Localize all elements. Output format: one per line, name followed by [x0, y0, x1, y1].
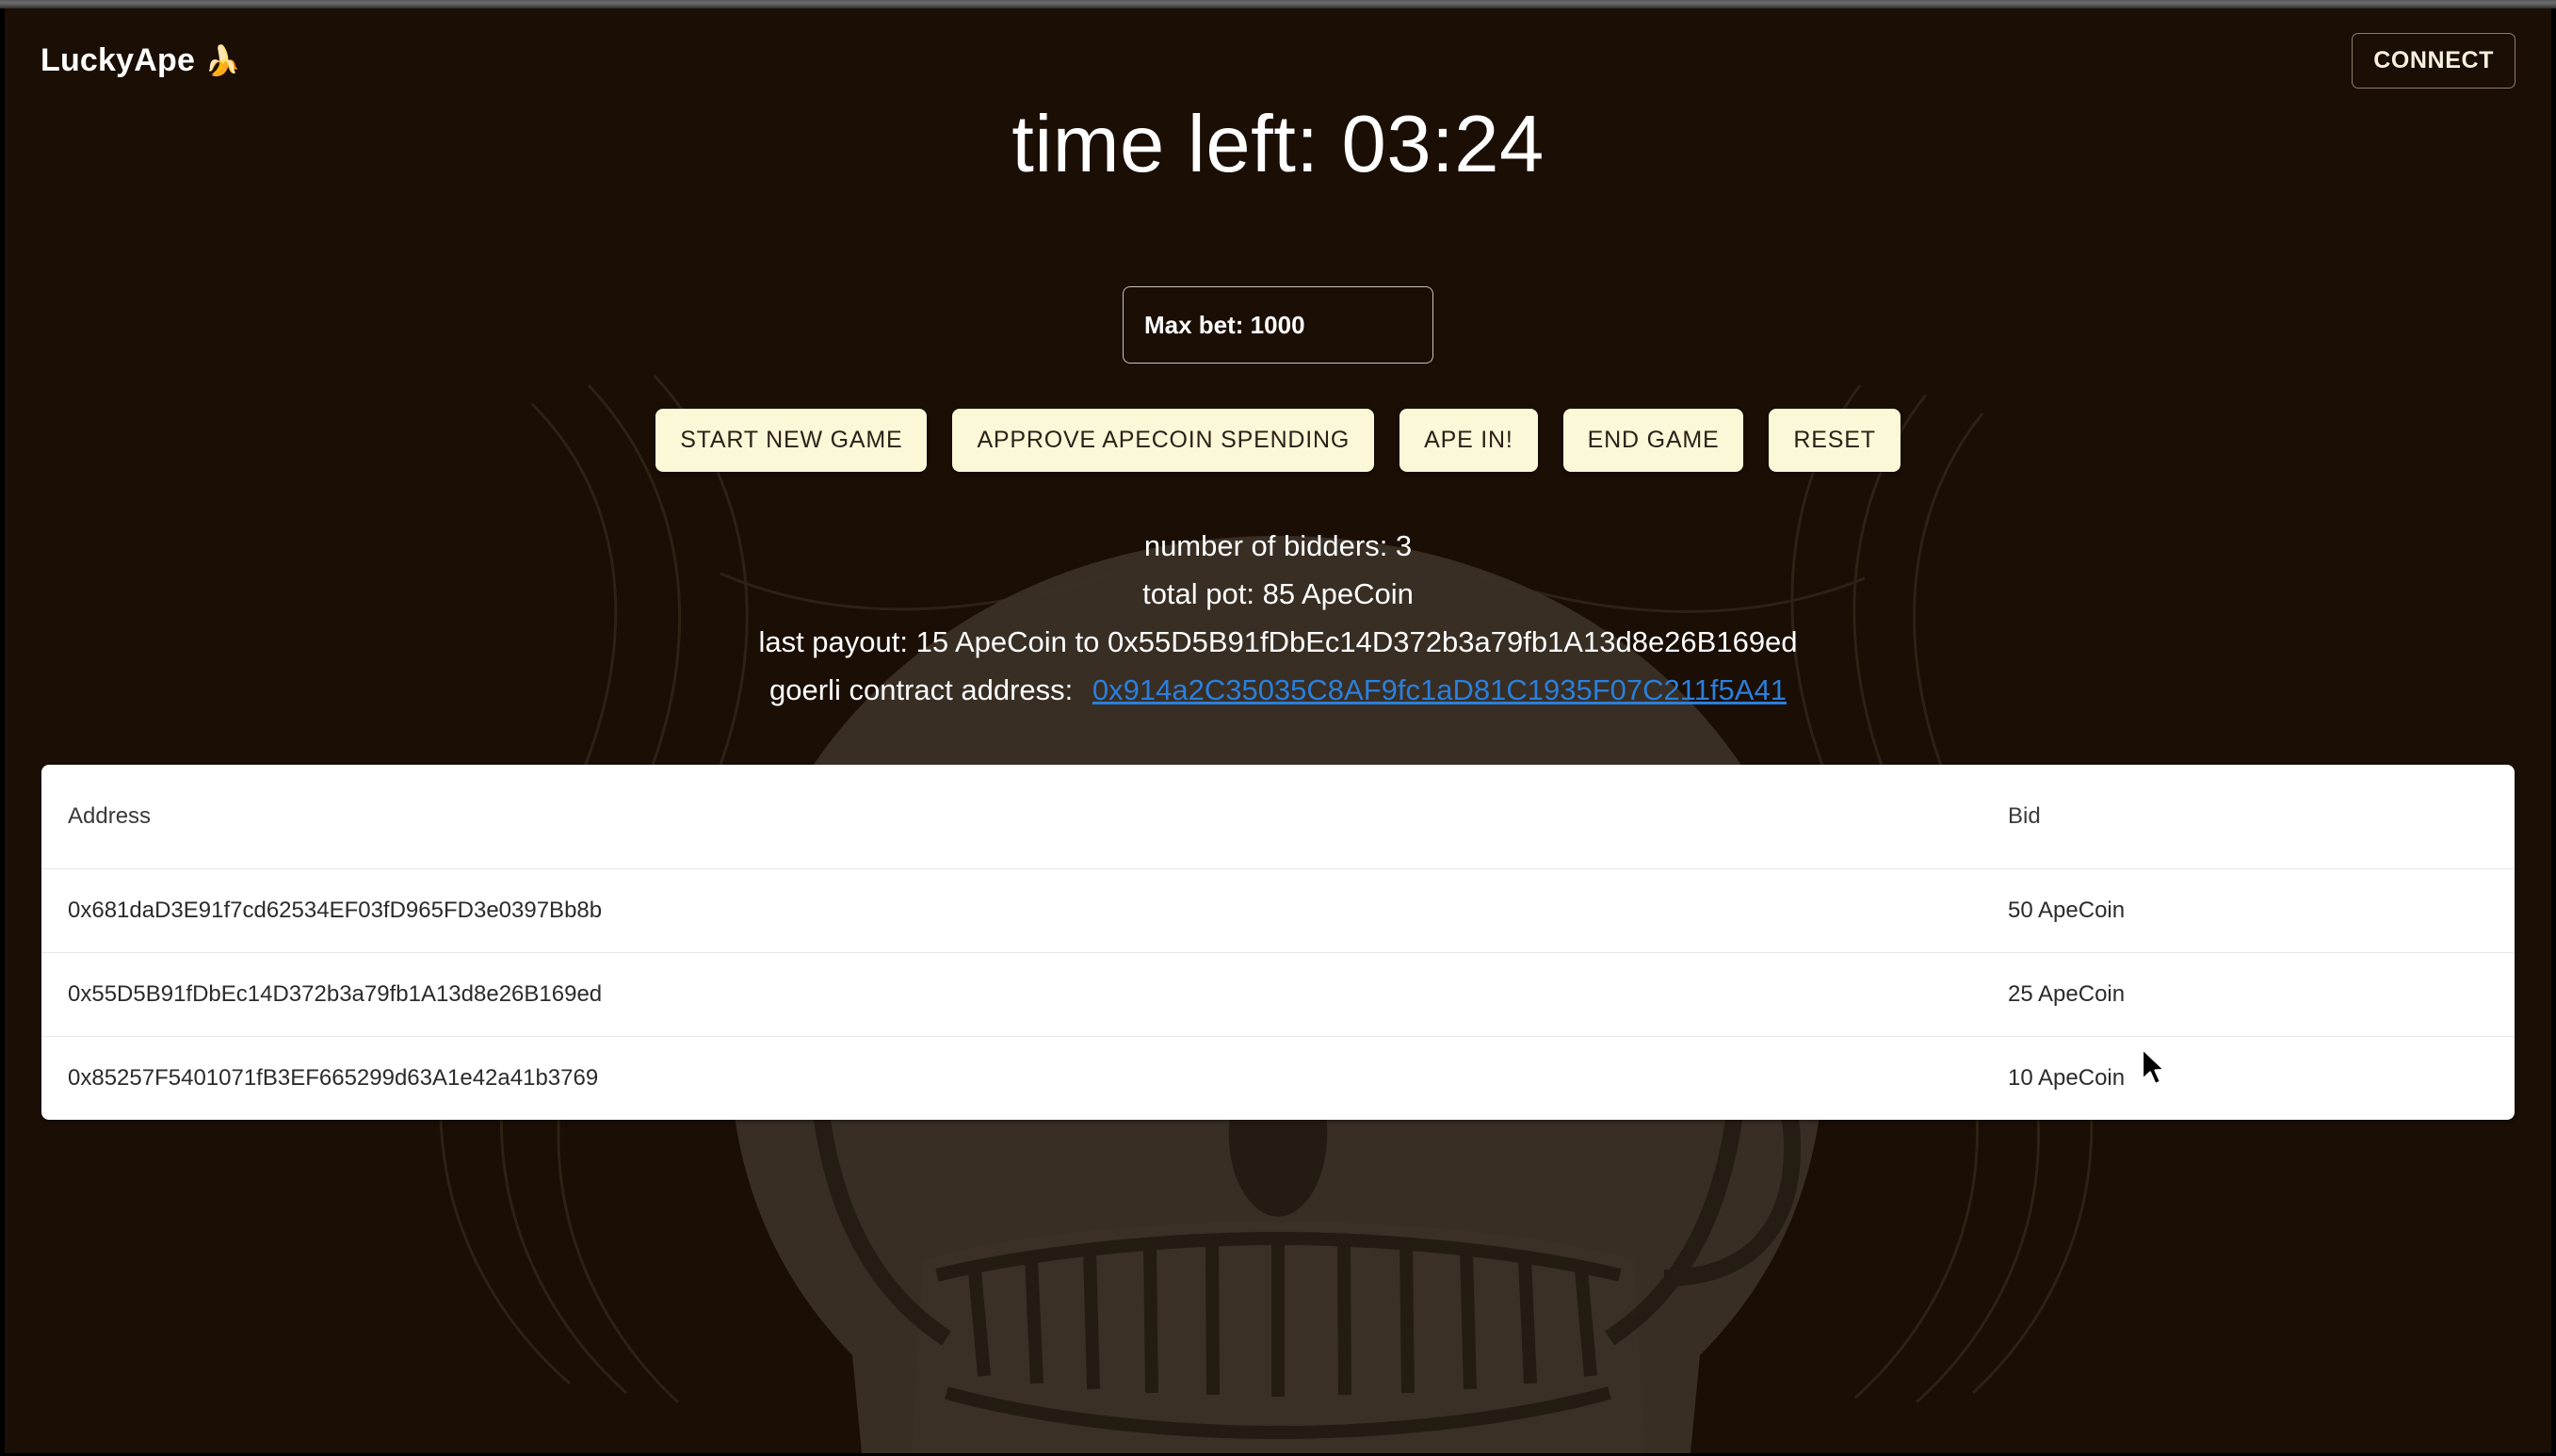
countdown-timer: time left: 03:24	[1011, 100, 1545, 189]
banana-icon: 🍌	[204, 43, 241, 77]
bidders-count: number of bidders: 3	[1143, 529, 1413, 562]
cell-bid: 10 ApeCoin	[2008, 1064, 2126, 1091]
table-header-row: Address Bid	[41, 765, 2515, 869]
contract-address-link[interactable]: 0x914a2C35035C8AF9fc1aD81C1935F07C211f5A…	[1092, 673, 1787, 706]
last-payout: last payout: 15 ApeCoin to 0x55D5B91fDbE…	[758, 625, 1798, 658]
max-bet-row	[5, 286, 2551, 364]
total-pot: total pot: 85 ApeCoin	[1142, 577, 1414, 610]
cell-address: 0x55D5B91fDbEc14D372b3a79fb1A13d8e26B169…	[41, 952, 1982, 1037]
max-bet-input[interactable]	[1123, 286, 1433, 364]
skull-background-artwork	[5, 8, 2551, 1453]
column-header-bid: Bid	[1982, 765, 2515, 869]
bidders-table-card: Address Bid 0x681daD3E91f7cd62534EF03fD9…	[41, 765, 2515, 1120]
table-row: 0x85257F5401071fB3EF665299d63A1e42a41b37…	[41, 1036, 2515, 1120]
cell-address: 0x681daD3E91f7cd62534EF03fD965FD3e0397Bb…	[41, 868, 1982, 953]
table-header: Address Bid	[41, 765, 2515, 869]
table-row: 0x55D5B91fDbEc14D372b3a79fb1A13d8e26B169…	[41, 952, 2515, 1037]
action-button-row: START NEW GAME APPROVE APECOIN SPENDING …	[5, 409, 2551, 472]
reset-button[interactable]: RESET	[1769, 409, 1901, 472]
start-new-game-button[interactable]: START NEW GAME	[655, 409, 928, 472]
app-viewport: LuckyApe 🍌 CONNECT time left: 03:24 STAR…	[5, 8, 2551, 1453]
cell-address: 0x85257F5401071fB3EF665299d63A1e42a41b37…	[68, 1064, 599, 1091]
contract-address-label: goerli contract address:	[769, 673, 1074, 706]
table-body: 0x681daD3E91f7cd62534EF03fD965FD3e0397Bb…	[41, 868, 2515, 1120]
cell-bid: 50 ApeCoin	[1982, 868, 2515, 953]
game-stats: number of bidders: 3 total pot: 85 ApeCo…	[5, 522, 2551, 714]
app-header: LuckyApe 🍌 CONNECT	[5, 8, 2551, 112]
approve-apecoin-spending-button[interactable]: APPROVE APECOIN SPENDING	[952, 409, 1375, 472]
connect-wallet-button[interactable]: CONNECT	[2352, 32, 2516, 89]
contract-address-line: goerli contract address: 0x914a2C35035C8…	[5, 666, 2551, 714]
table-row: 0x681daD3E91f7cd62534EF03fD965FD3e0397Bb…	[41, 868, 2515, 953]
browser-chrome-strip	[0, 0, 2556, 8]
app-logo: LuckyApe 🍌	[40, 42, 241, 79]
cell-bid: 25 ApeCoin	[1982, 952, 2515, 1037]
ape-in-button[interactable]: APE IN!	[1399, 409, 1538, 472]
end-game-button[interactable]: END GAME	[1562, 409, 1744, 472]
column-header-address: Address	[41, 765, 1982, 869]
brand-name: LuckyApe	[40, 41, 196, 78]
bidders-table: Address Bid 0x681daD3E91f7cd62534EF03fD9…	[41, 765, 2515, 1120]
